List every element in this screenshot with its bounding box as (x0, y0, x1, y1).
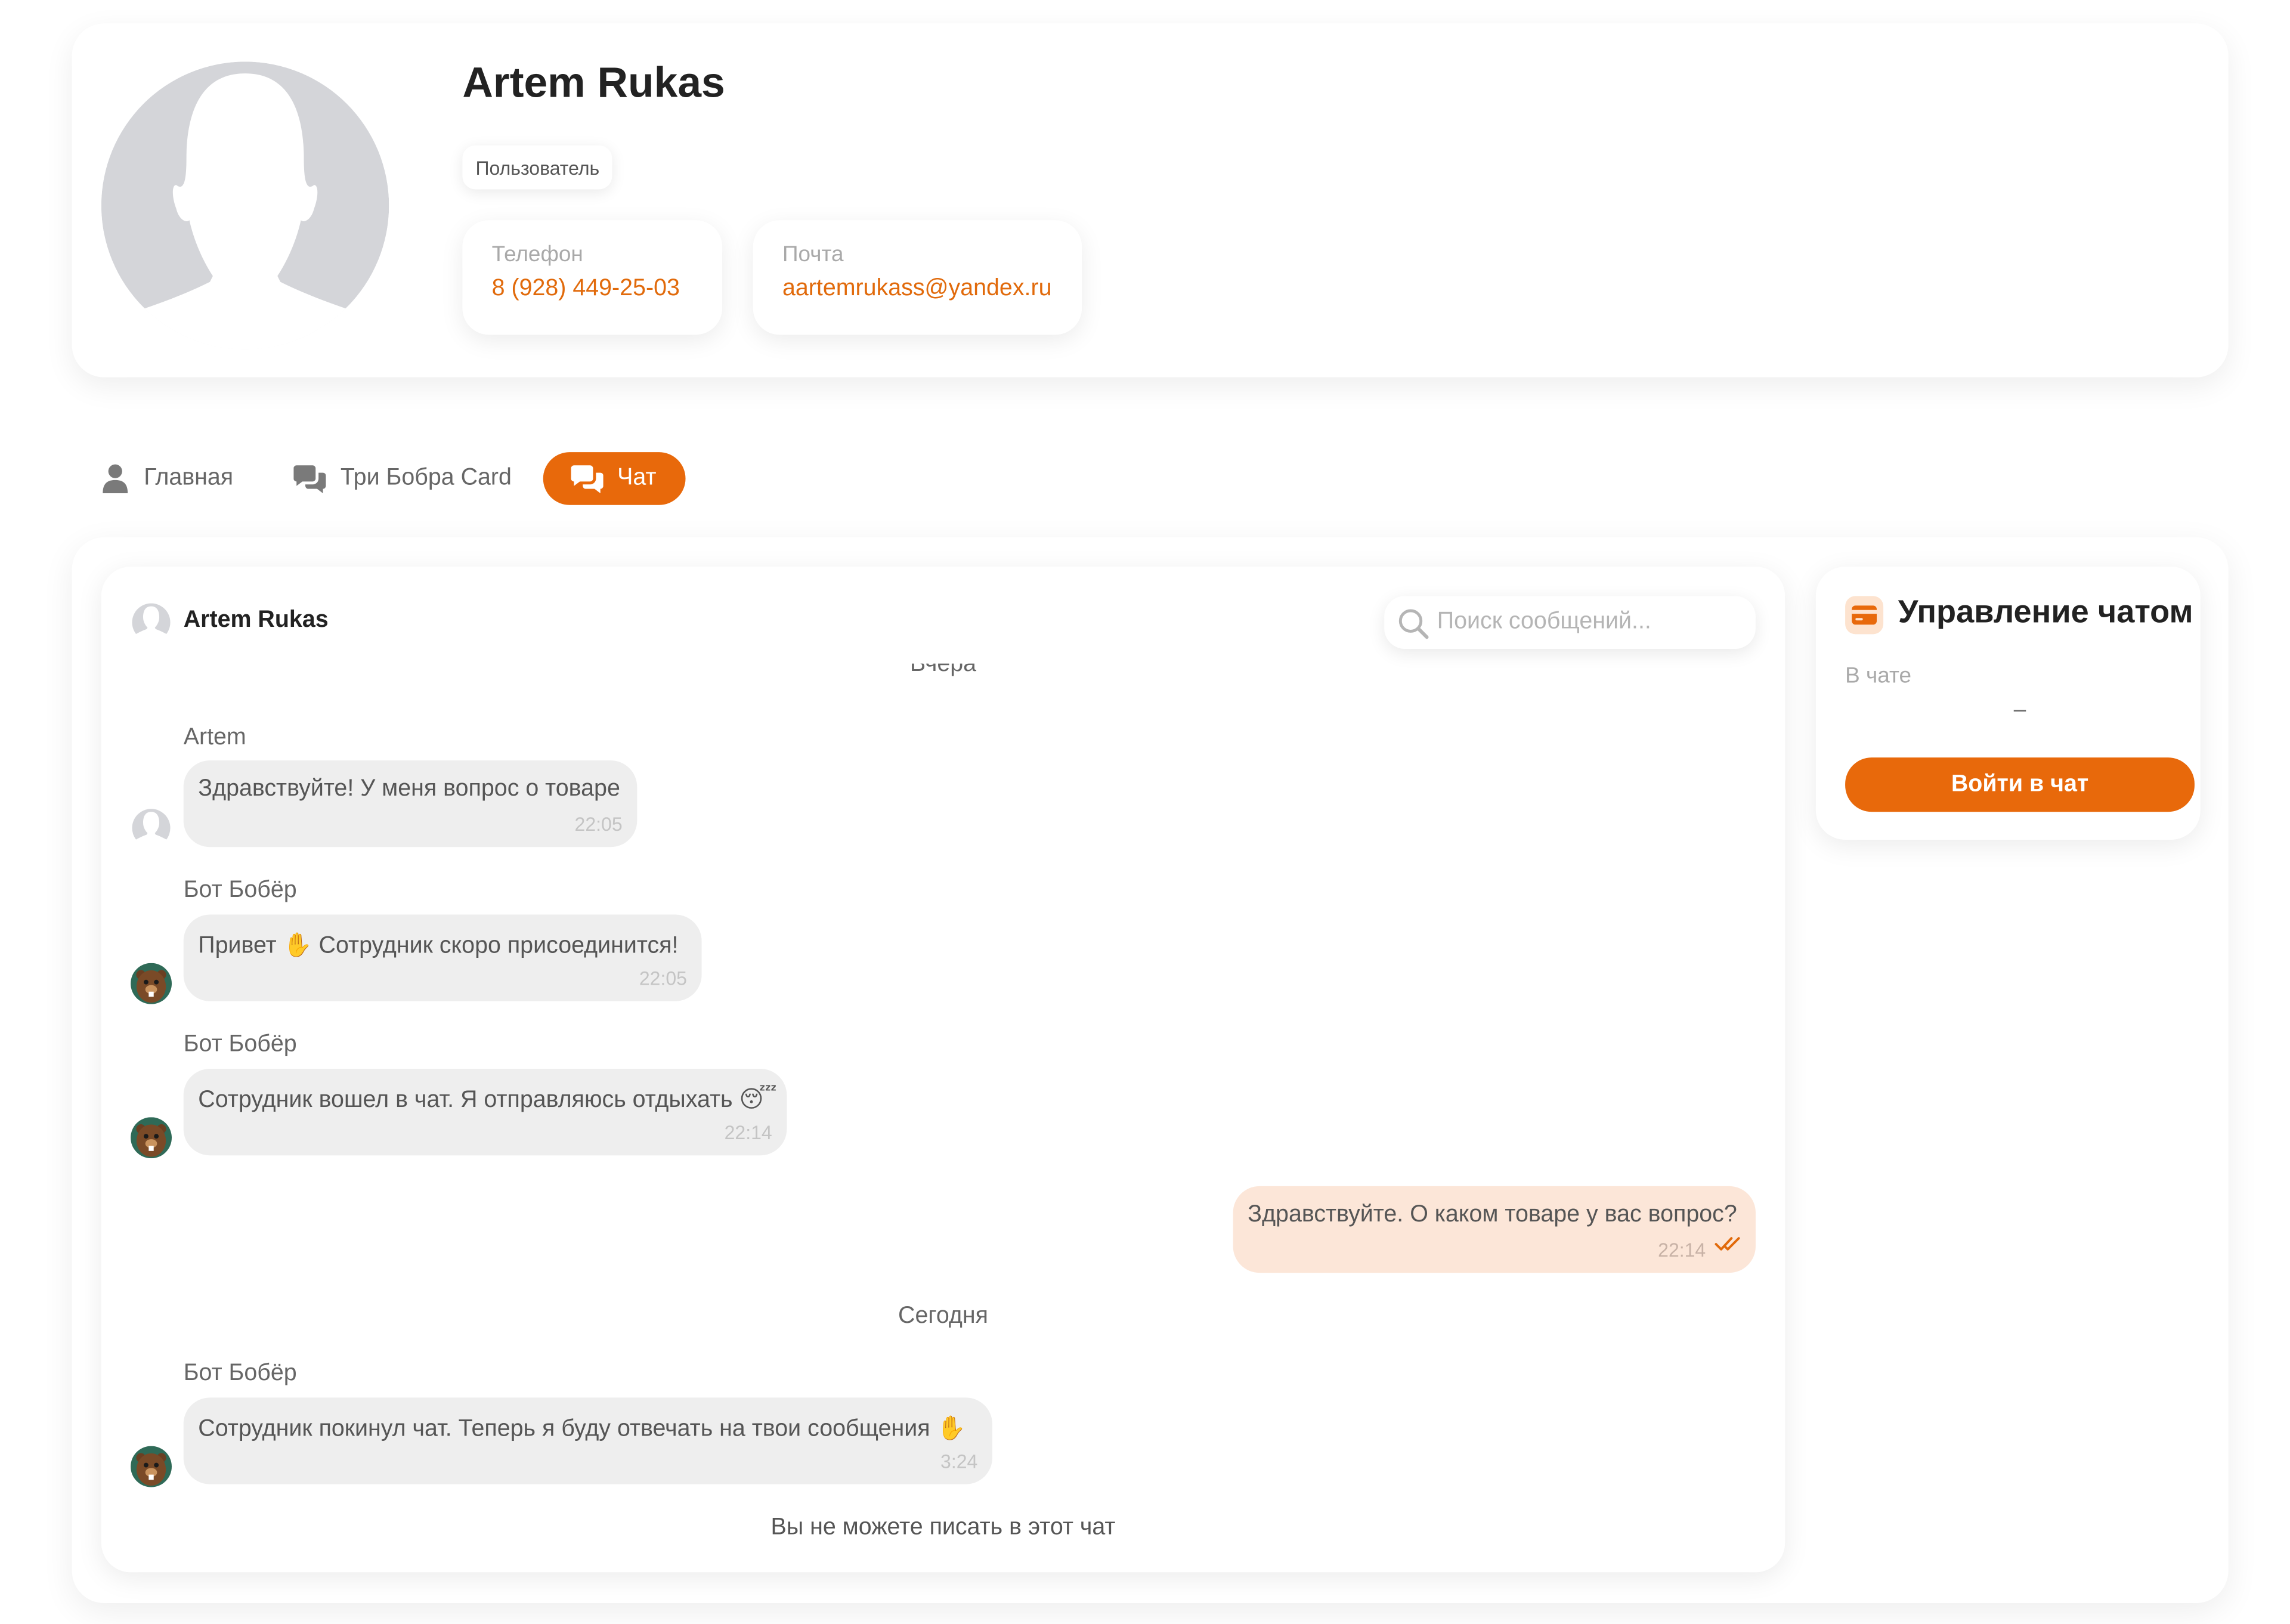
role-badge: Пользователь (462, 145, 613, 190)
message-text: Сотрудник покинул чат. Теперь я буду отв… (198, 1416, 966, 1442)
chat-bubbles-icon (570, 464, 603, 494)
in-chat-label: В чате (1845, 663, 1911, 689)
in-chat-value: – (2013, 697, 2026, 723)
profile-avatar (101, 61, 389, 349)
chat-header-avatar (131, 602, 172, 644)
message-time: 22:05 (574, 813, 623, 836)
day-separator-label: Вчера (909, 663, 977, 677)
avatar-placeholder-icon (101, 61, 389, 349)
beaver-bot-icon (131, 1117, 172, 1159)
tab-card-label: Три Бобра Card (340, 465, 512, 491)
double-check-icon (1715, 1232, 1741, 1258)
beaver-bot-icon (131, 963, 172, 1004)
day-separator-yesterday: Вчера (101, 664, 1785, 684)
message-time: 3:24 (940, 1450, 978, 1473)
message-sender: Бот Бобёр (183, 1360, 297, 1386)
profile-name: Artem Rukas (462, 60, 725, 107)
beaver-bot-icon (131, 1446, 172, 1487)
email-card: Почта aartemrukass@yandex.ru (753, 220, 1082, 335)
day-separator-today: Сегодня (898, 1303, 988, 1329)
message-avatar (131, 808, 172, 849)
card-icon (1845, 596, 1884, 635)
user-icon (101, 464, 129, 494)
search-icon (1397, 608, 1429, 647)
chat-header-name: Artem Rukas (183, 608, 329, 633)
tab-chat[interactable]: Чат (542, 452, 686, 505)
email-label: Почта (782, 242, 844, 267)
chat-management-title: Управление чатом (1898, 593, 2193, 630)
profile-card: Artem Rukas Пользователь Телефон 8 (928)… (72, 23, 2229, 378)
search-input[interactable] (1437, 596, 1738, 649)
profile-tabs: Главная Три Бобра Card Чат (101, 452, 686, 505)
message-bubble: Здравствуйте! У меня вопрос о товаре 22:… (183, 760, 638, 847)
message-bubble: Привет ✋ Сотрудник скоро присоединится! … (183, 914, 702, 1001)
tab-home-label: Главная (144, 465, 234, 491)
message-bubble: Сотрудник вошел в чат. Я отправляюсь отд… (183, 1068, 787, 1156)
message-avatar (131, 963, 172, 1004)
tab-chat-label: Чат (617, 465, 657, 491)
message-text: Здравствуйте. О каком товаре у вас вопро… (1248, 1202, 1737, 1227)
message-sender: Бот Бобёр (183, 1032, 297, 1057)
message-text: Здравствуйте! У меня вопрос о товаре (198, 777, 620, 802)
phone-label: Телефон (491, 242, 583, 267)
chat-bubbles-icon (293, 464, 326, 494)
chat-readonly-notice: Вы не можете писать в этот чат (770, 1515, 1116, 1541)
chat-management-panel: Управление чатом В чате – Войти в чат (1815, 567, 2201, 840)
phone-link[interactable]: 8 (928) 449-25-03 (492, 276, 693, 302)
email-link[interactable]: aartemrukass@yandex.ru (782, 276, 1053, 302)
avatar-placeholder-icon (132, 809, 171, 849)
tab-home[interactable]: Главная (101, 452, 233, 505)
chat-panel: Artem Rukas Вчера Artem Здравствуйте! У … (101, 567, 1785, 1573)
message-avatar (131, 1117, 172, 1159)
message-time: 22:05 (639, 967, 687, 990)
message-text: Сотрудник вошел в чат. Я отправляюсь отд… (198, 1087, 777, 1113)
message-sender: Artem (183, 725, 246, 750)
message-bubble: Сотрудник покинул чат. Теперь я буду отв… (183, 1397, 992, 1484)
join-chat-button[interactable]: Войти в чат (1845, 757, 2195, 812)
message-avatar (131, 1446, 172, 1487)
message-search (1384, 596, 1756, 649)
avatar-placeholder-icon (132, 603, 171, 644)
message-time: 22:14 (1658, 1239, 1706, 1261)
page: Artem Rukas Пользователь Телефон 8 (928)… (0, 0, 2290, 1623)
phone-card: Телефон 8 (928) 449-25-03 (462, 220, 723, 335)
message-time: 22:14 (724, 1121, 772, 1144)
message-text: Привет ✋ Сотрудник скоро присоединится! (198, 933, 679, 959)
message-bubble-outgoing: Здравствуйте. О каком товаре у вас вопро… (1233, 1186, 1756, 1273)
tab-card[interactable]: Три Бобра Card (293, 452, 512, 505)
message-sender: Бот Бобёр (183, 877, 297, 903)
